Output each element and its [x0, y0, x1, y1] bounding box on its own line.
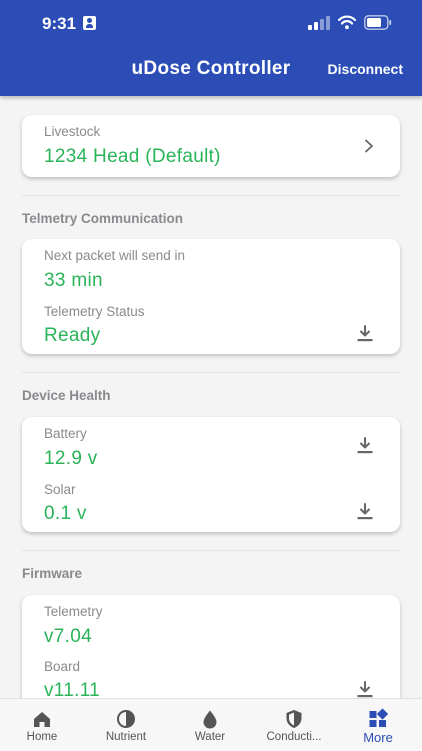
- tab-label: More: [363, 730, 393, 745]
- download-icon[interactable]: [356, 437, 374, 455]
- telemetry-status-value: Ready: [44, 325, 101, 346]
- tab-nutrient[interactable]: Nutrient: [84, 699, 168, 751]
- battery-icon: [364, 15, 392, 30]
- person-icon: [83, 16, 96, 30]
- download-icon[interactable]: [356, 325, 374, 343]
- telemetry-card: Next packet will send in 33 min Telemetr…: [22, 239, 400, 354]
- chevron-right-icon: [365, 139, 373, 153]
- section-title-firmware: Firmware: [22, 566, 83, 581]
- wifi-icon: [338, 15, 356, 30]
- tab-water[interactable]: Water: [168, 699, 252, 751]
- livestock-card[interactable]: Livestock 1234 Head (Default): [22, 115, 400, 177]
- next-packet-value: 33 min: [44, 270, 103, 291]
- device-health-card: Battery 12.9 v Solar 0.1 v: [22, 417, 400, 532]
- firmware-board-label: Board: [44, 659, 81, 674]
- firmware-board-value: v11.11: [44, 680, 101, 698]
- app-header: 9:31 uDose Controller Disconnect: [0, 0, 422, 96]
- firmware-card: Telemetry v7.04 Board v11.11: [22, 595, 400, 698]
- download-icon[interactable]: [356, 503, 374, 521]
- battery-value: 12.9 v: [44, 448, 98, 469]
- water-drop-icon: [203, 710, 217, 729]
- divider: [22, 550, 400, 551]
- bottom-tab-bar: Home Nutrient Water Conducti... More: [0, 698, 422, 751]
- tab-conductivity[interactable]: Conducti...: [252, 699, 336, 751]
- telemetry-status-label: Telemetry Status: [44, 304, 145, 319]
- shield-icon: [286, 710, 302, 728]
- main-content[interactable]: Livestock 1234 Head (Default) Telmetry C…: [0, 96, 422, 698]
- tab-label: Water: [194, 731, 226, 743]
- nutrient-icon: [117, 710, 135, 728]
- page-title-text: uDose Controller: [131, 58, 291, 79]
- firmware-telemetry-value: v7.04: [44, 626, 92, 647]
- next-packet-label: Next packet will send in: [44, 248, 186, 263]
- home-icon: [34, 712, 50, 727]
- solar-label: Solar: [44, 482, 76, 497]
- section-title-device-health: Device Health: [22, 388, 111, 403]
- grid-icon: [369, 708, 389, 727]
- download-icon[interactable]: [356, 681, 374, 698]
- tab-label: Conducti...: [266, 731, 322, 743]
- divider: [22, 195, 400, 196]
- cellular-signal-icon: [308, 16, 330, 30]
- livestock-label: Livestock: [44, 124, 101, 139]
- status-time: 9:31: [42, 14, 77, 33]
- solar-value: 0.1 v: [44, 503, 87, 524]
- section-title-telemetry: Telmetry Communication: [22, 211, 184, 226]
- battery-label: Battery: [44, 426, 87, 441]
- tab-more[interactable]: More: [336, 699, 420, 751]
- divider: [22, 372, 400, 373]
- disconnect-button[interactable]: Disconnect: [328, 61, 403, 77]
- tab-label: Home: [26, 731, 58, 743]
- livestock-value: 1234 Head (Default): [44, 146, 221, 167]
- tab-label: Nutrient: [105, 731, 147, 743]
- tab-home[interactable]: Home: [0, 699, 84, 751]
- firmware-telemetry-label: Telemetry: [44, 604, 103, 619]
- status-bar: 9:31: [0, 0, 422, 48]
